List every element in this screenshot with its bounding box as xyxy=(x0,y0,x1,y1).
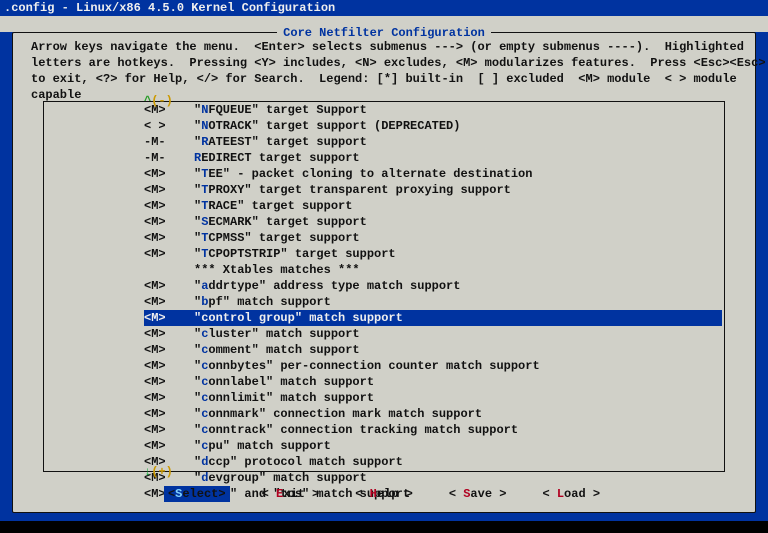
menu-item[interactable]: <M>"TCPMSS" target support xyxy=(46,230,722,246)
dialog-button[interactable]: < Load > xyxy=(538,486,604,502)
menu-item-label: "cpu" match support xyxy=(194,438,722,454)
dialog-button[interactable]: < Help > xyxy=(351,486,417,502)
menu-item-state: <M> xyxy=(144,406,194,422)
menu-item[interactable]: <M>"cluster" match support xyxy=(46,326,722,342)
dialog-button[interactable]: <Select> xyxy=(164,486,230,502)
menu-item-state: -M- xyxy=(144,150,194,166)
dialog-title: Core Netfilter Configuration xyxy=(277,25,491,41)
menu-item-label: "RATEEST" target support xyxy=(194,134,722,150)
menu-item-state: <M> xyxy=(144,198,194,214)
menu-item-state: <M> xyxy=(144,342,194,358)
dialog-title-row: Core Netfilter Configuration xyxy=(13,25,755,41)
menu-item-label: REDIRECT target support xyxy=(194,150,722,166)
terminal-window: .config - Linux/x86 4.5.0 Kernel Configu… xyxy=(0,0,768,533)
menu-item[interactable]: <M>"connbytes" per-connection counter ma… xyxy=(46,358,722,374)
menu-item[interactable]: -M-REDIRECT target support xyxy=(46,150,722,166)
menu-item-label: "conntrack" connection tracking match su… xyxy=(194,422,722,438)
dialog: Core Netfilter Configuration Arrow keys … xyxy=(12,32,756,513)
menu-item[interactable]: <M>"conntrack" connection tracking match… xyxy=(46,422,722,438)
bottom-gap xyxy=(0,521,768,533)
menu-item[interactable]: -M-"RATEEST" target support xyxy=(46,134,722,150)
menu-item-state: <M> xyxy=(144,310,194,326)
menu-item[interactable]: <M>"connlimit" match support xyxy=(46,390,722,406)
menu-item-state xyxy=(144,262,194,278)
menu-item-state: <M> xyxy=(144,358,194,374)
menu-item[interactable]: *** Xtables matches *** xyxy=(46,262,722,278)
menu-item-label: "bpf" match support xyxy=(194,294,722,310)
button-hotkey: H xyxy=(370,487,377,501)
dialog-button[interactable]: < Exit > xyxy=(258,486,324,502)
menu-item[interactable]: <M>"TRACE" target support xyxy=(46,198,722,214)
menu-item-label: "TPROXY" target transparent proxying sup… xyxy=(194,182,722,198)
menu-item-label: "NOTRACK" target support (DEPRECATED) xyxy=(194,118,722,134)
button-row: <Select> < Exit > < Help > < Save > < Load > xyxy=(13,486,755,502)
menu-item[interactable]: <M>"control group" match support xyxy=(46,310,722,326)
menu-item-label: "comment" match support xyxy=(194,342,722,358)
menu-item-label: "cluster" match support xyxy=(194,326,722,342)
menu-item-label: "devgroup" match support xyxy=(194,470,722,486)
menu-item-state: <M> xyxy=(144,230,194,246)
menu-item-label: "TCPMSS" target support xyxy=(194,230,722,246)
button-hotkey: L xyxy=(557,487,564,501)
menu-item[interactable]: <M>"SECMARK" target support xyxy=(46,214,722,230)
menu-item-label: "connmark" connection mark match support xyxy=(194,406,722,422)
menu-item-label: *** Xtables matches *** xyxy=(194,262,722,278)
menu-item[interactable]: <M>"TEE" - packet cloning to alternate d… xyxy=(46,166,722,182)
menu-item-label: "dccp" protocol match support xyxy=(194,454,722,470)
menu-item[interactable]: <M>"addrtype" address type match support xyxy=(46,278,722,294)
menu-item-state: <M> xyxy=(144,438,194,454)
menu-list-frame: ^(-) <M>"NFQUEUE" target Support< >"NOTR… xyxy=(43,101,725,472)
menu-item-state: <M> xyxy=(144,326,194,342)
menu-item-state: <M> xyxy=(144,390,194,406)
menu-item-state: -M- xyxy=(144,134,194,150)
menu-item[interactable]: <M>"comment" match support xyxy=(46,342,722,358)
menu-item-label: "connbytes" per-connection counter match… xyxy=(194,358,722,374)
menu-item[interactable]: <M>"connlabel" match support xyxy=(46,374,722,390)
menu-item-state: <M> xyxy=(144,294,194,310)
menu-item-label: "connlabel" match support xyxy=(194,374,722,390)
menu-list[interactable]: <M> "NFQUEUE" target Support< >"NOTRACK" … xyxy=(44,102,724,502)
menu-item-label: "TCPOPTSTRIP" target support xyxy=(194,246,722,262)
arrow-down-icon: (+) xyxy=(151,465,173,479)
menu-item[interactable]: < >"NOTRACK" target support (DEPRECATED) xyxy=(46,118,722,134)
menu-item-label: "addrtype" address type match support xyxy=(194,278,722,294)
menu-item-label: "connlimit" match support xyxy=(194,390,722,406)
menu-item-state: <M> xyxy=(144,246,194,262)
scroll-indicator-bottom: ↓(+) xyxy=(144,464,173,480)
scroll-indicator-top: ^(-) xyxy=(144,93,173,109)
menu-item-state: <M> xyxy=(144,214,194,230)
menu-item-state: <M> xyxy=(144,182,194,198)
menu-item-label: "control group" match support xyxy=(194,310,722,326)
menu-item[interactable]: <M>"TCPOPTSTRIP" target support xyxy=(46,246,722,262)
menu-item-label: "TRACE" target support xyxy=(194,198,722,214)
menu-item-label: "SECMARK" target support xyxy=(194,214,722,230)
dialog-button[interactable]: < Save > xyxy=(445,486,511,502)
help-line: Arrow keys navigate the menu. <Enter> se… xyxy=(31,39,737,55)
menu-item[interactable]: <M>"bpf" match support xyxy=(46,294,722,310)
help-line: letters are hotkeys. Pressing <Y> includ… xyxy=(31,55,737,71)
arrow-up-icon: (-) xyxy=(151,94,173,108)
help-text: Arrow keys navigate the menu. <Enter> se… xyxy=(13,33,755,107)
menu-item[interactable]: <M>"TPROXY" target transparent proxying … xyxy=(46,182,722,198)
help-line: to exit, <?> for Help, </> for Search. L… xyxy=(31,71,737,87)
menu-item-label: "NFQUEUE" target Support xyxy=(194,102,722,118)
menu-item-state: <M> xyxy=(144,166,194,182)
title-bar: .config - Linux/x86 4.5.0 Kernel Configu… xyxy=(0,0,768,16)
menu-item-state: <M> xyxy=(144,374,194,390)
menu-item[interactable]: <M>"cpu" match support xyxy=(46,438,722,454)
menu-item-state: <M> xyxy=(144,422,194,438)
menu-item[interactable]: <M>"connmark" connection mark match supp… xyxy=(46,406,722,422)
menu-item-state: < > xyxy=(144,118,194,134)
menu-item-label: "TEE" - packet cloning to alternate dest… xyxy=(194,166,722,182)
menu-item-state: <M> xyxy=(144,278,194,294)
